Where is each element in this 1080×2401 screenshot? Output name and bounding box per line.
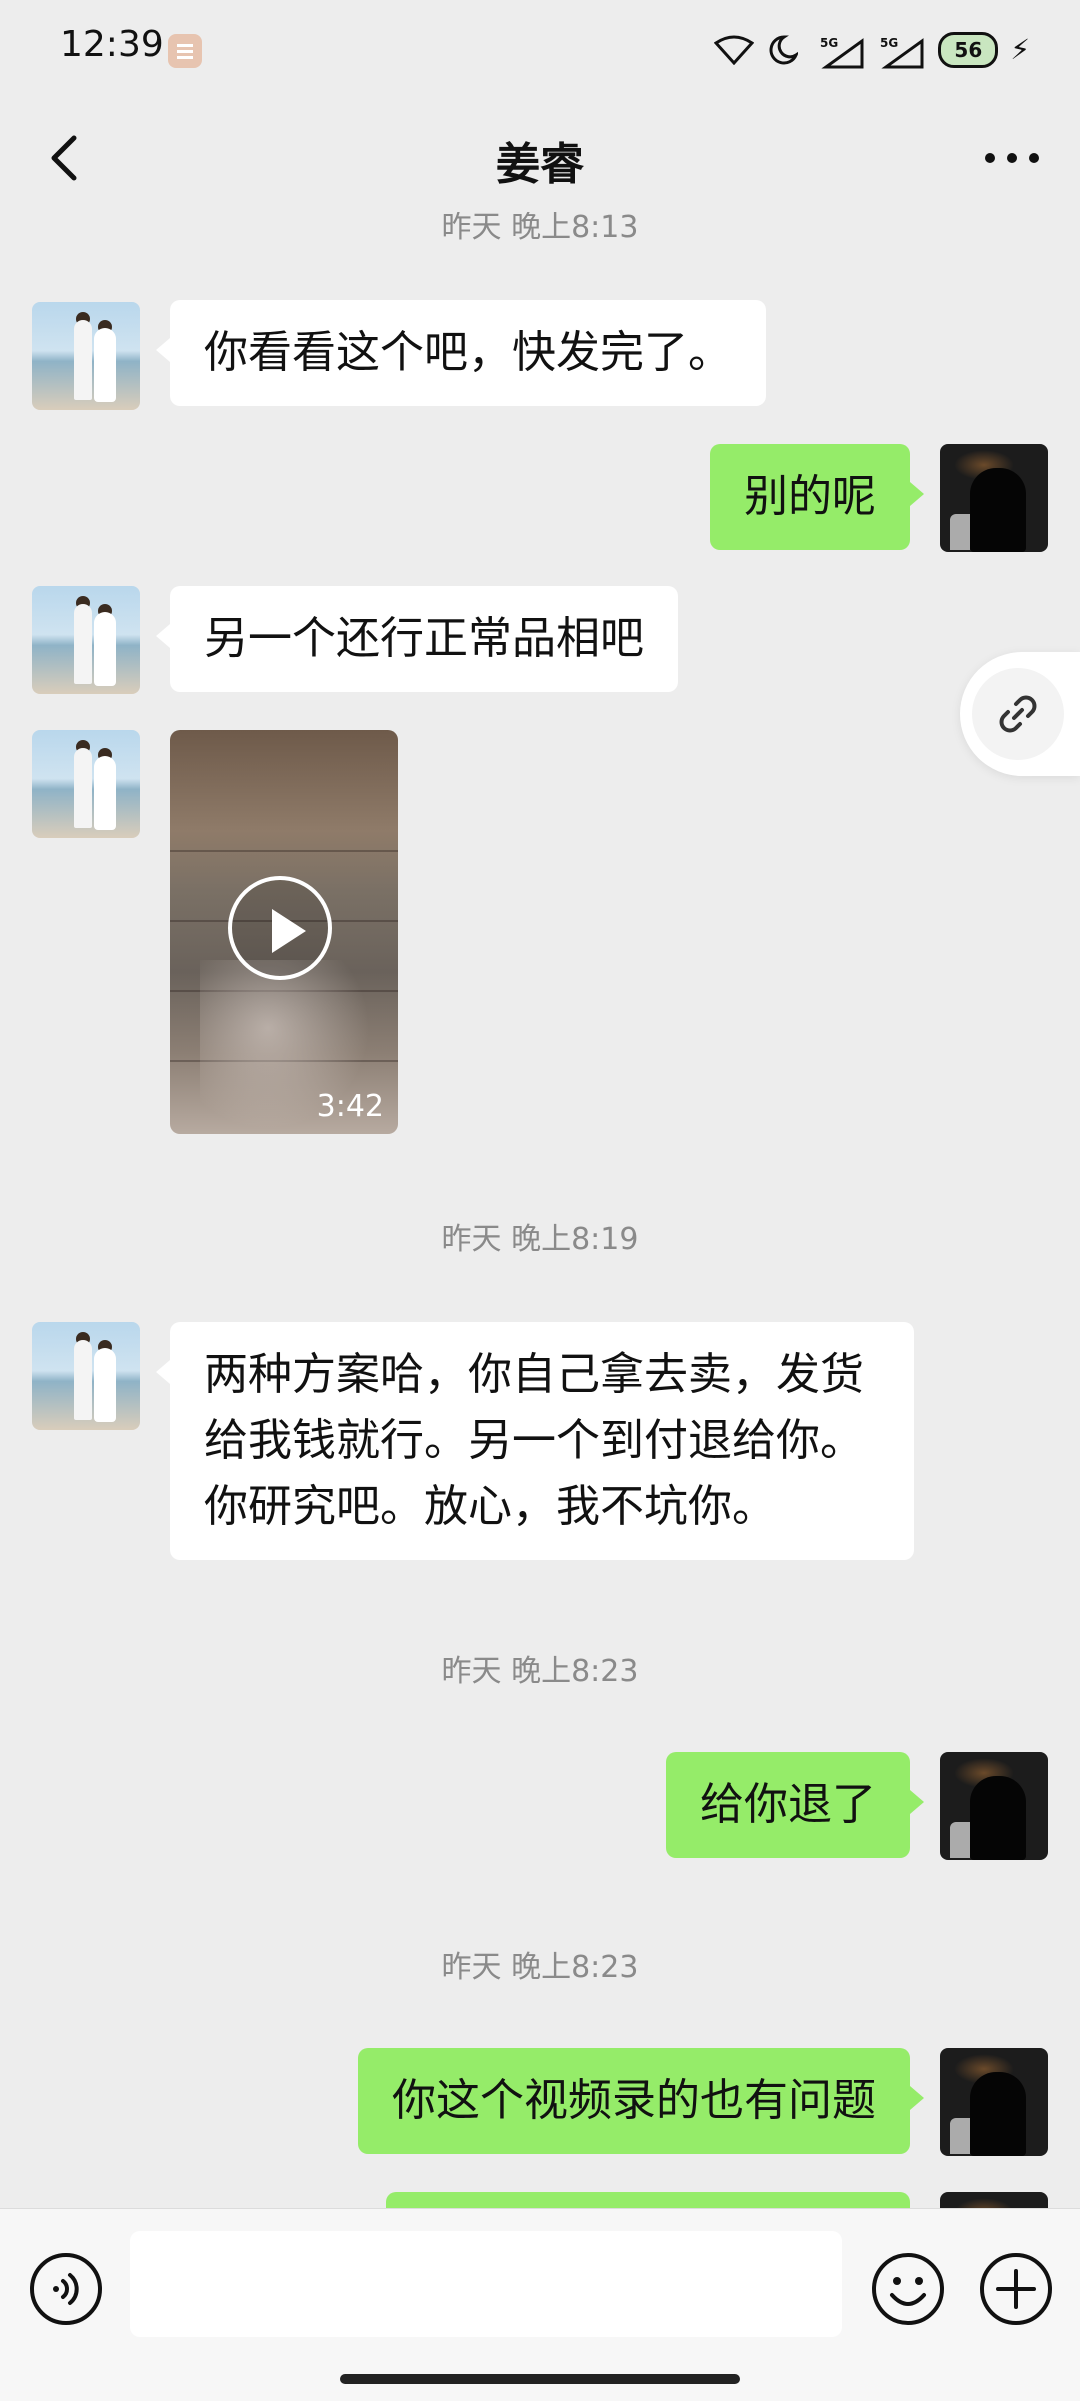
more-horizontal-icon <box>985 153 1039 163</box>
plus-icon <box>980 2253 1052 2325</box>
incoming-message[interactable]: 两种方案哈，你自己拿去卖，发货 给我钱就行。另一个到付退给你。 你研究吧。放心，… <box>156 1322 914 1560</box>
moon-icon <box>766 35 806 65</box>
contact-avatar[interactable] <box>32 302 140 410</box>
message-line: 你研究吧。放心，我不坑你。 <box>204 1481 776 1532</box>
my-avatar[interactable] <box>940 1752 1048 1860</box>
floating-link-button[interactable] <box>960 652 1080 776</box>
incoming-message[interactable]: 另一个还行正常品相吧 <box>156 586 678 692</box>
outgoing-message[interactable]: 别的呢 <box>710 444 924 550</box>
notes-notification-icon <box>168 34 202 68</box>
message-list[interactable]: 昨天 晚上8:13 你看看这个吧，快发完了。 别的呢 另一个还行正常品相吧 3:… <box>0 212 1080 2208</box>
status-icons: 5G 5G 56 ⚡ <box>714 28 1030 72</box>
outgoing-message[interactable]: 给你退了 <box>666 1752 924 1858</box>
emoji-icon <box>872 2253 944 2325</box>
message-line: 给我钱就行。另一个到付退给你。 <box>204 1415 864 1466</box>
timestamp: 昨天 晚上8:13 <box>441 212 639 245</box>
contact-avatar[interactable] <box>32 586 140 694</box>
svg-text:5G: 5G <box>880 36 898 50</box>
battery-indicator: 56 <box>938 32 999 68</box>
voice-icon <box>30 2253 102 2325</box>
video-message[interactable]: 3:42 <box>170 730 398 1134</box>
cellular-signal-2-icon: 5G <box>878 35 926 69</box>
my-avatar[interactable] <box>940 2048 1048 2156</box>
cellular-signal-1-icon: 5G <box>818 35 866 69</box>
input-bar <box>0 2208 1080 2401</box>
play-icon[interactable] <box>228 876 332 980</box>
timestamp: 昨天 晚上8:23 <box>441 1950 639 1985</box>
my-avatar[interactable] <box>940 444 1048 552</box>
outgoing-message[interactable]: 你这个视频录的也有问题 <box>358 2048 924 2154</box>
contact-avatar[interactable] <box>32 730 140 838</box>
more-button[interactable] <box>972 128 1052 188</box>
svg-text:5G: 5G <box>820 36 838 50</box>
contact-avatar[interactable] <box>32 1322 140 1430</box>
status-bar: 12:39 5G 5G 56 ⚡ <box>0 0 1080 100</box>
timestamp: 昨天 晚上8:23 <box>441 1654 639 1689</box>
home-indicator[interactable] <box>340 2374 740 2384</box>
video-duration: 3:42 <box>316 1089 384 1124</box>
chat-header: 姜睿 <box>0 100 1080 212</box>
charging-icon: ⚡ <box>1010 33 1030 66</box>
wifi-icon <box>714 35 755 65</box>
voice-button[interactable] <box>28 2251 104 2327</box>
link-icon <box>999 695 1037 733</box>
emoji-button[interactable] <box>870 2251 946 2327</box>
status-time: 12:39 <box>60 24 164 65</box>
my-avatar[interactable] <box>940 2192 1048 2208</box>
message-line: 两种方案哈，你自己拿去卖，发货 <box>204 1349 864 1400</box>
incoming-message[interactable]: 你看看这个吧，快发完了。 <box>156 300 766 406</box>
outgoing-message-partial[interactable] <box>386 2192 910 2208</box>
contact-name[interactable]: 姜睿 <box>0 128 1080 192</box>
plus-button[interactable] <box>978 2251 1054 2327</box>
timestamp: 昨天 晚上8:19 <box>441 1222 639 1257</box>
message-input[interactable] <box>130 2231 842 2337</box>
